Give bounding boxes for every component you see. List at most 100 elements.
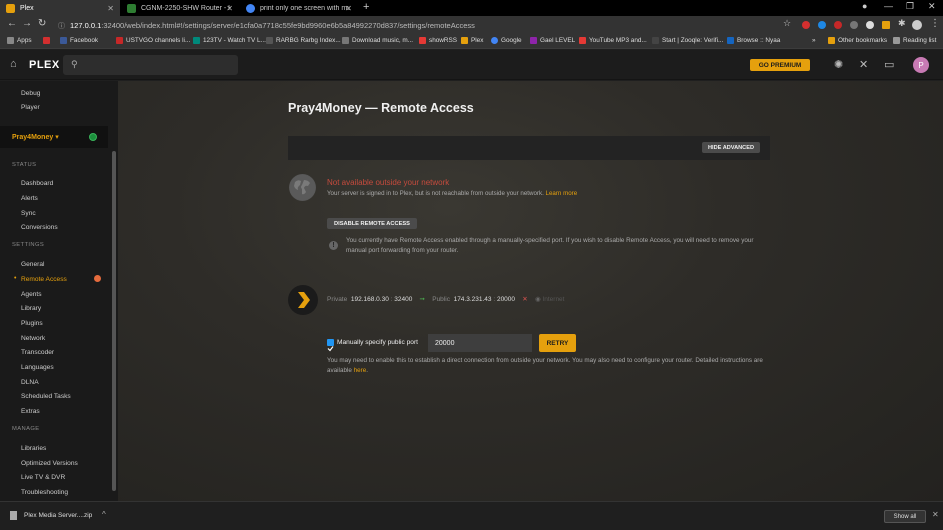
bookmark-zooqle[interactable]: Start | Zooqle: Verifi... (652, 37, 723, 44)
adblock-icon[interactable] (834, 21, 842, 29)
sidebar-item-agents[interactable]: Agents (21, 291, 42, 298)
public-port-input[interactable] (428, 334, 532, 352)
extension-icon[interactable] (866, 21, 874, 29)
bookmark-youtube-mp3[interactable]: YouTube MP3 and... (579, 37, 647, 44)
learn-more-link[interactable]: Learn more (546, 190, 578, 197)
sidebar-item-dashboard[interactable]: Dashboard (21, 180, 53, 187)
sidebar-item-general[interactable]: General (21, 261, 44, 268)
extension-icon[interactable] (850, 21, 858, 29)
tab-google-search[interactable]: print only one screen with multi ✕ (240, 0, 358, 16)
bookmark-label: Reading list (903, 37, 937, 44)
more-bookmarks-icon[interactable]: » (812, 37, 816, 44)
chevron-up-icon[interactable]: ^ (102, 510, 106, 519)
go-premium-button[interactable]: GO PREMIUM (750, 59, 810, 71)
bookmark-favicon-icon (193, 37, 200, 44)
close-tab-icon[interactable]: ✕ (107, 4, 114, 13)
bookmark-123tv[interactable]: 123TV - Watch TV L... (193, 37, 266, 44)
settings-wrench-icon[interactable]: ✕ (859, 58, 868, 71)
bookmark-favicon-icon (342, 37, 349, 44)
status-title: Not available outside your network (327, 178, 450, 187)
sidebar-item-conversions[interactable]: Conversions (21, 224, 58, 231)
bookmark-label: RARBG Rarbg Index... (276, 37, 341, 44)
bookmark-nyaa[interactable]: Browse :: Nyaa (727, 37, 780, 44)
sidebar-item-languages[interactable]: Languages (21, 364, 54, 371)
address-bar[interactable]: ⓘ 127.0.0.1:32400/web/index.html#!/setti… (56, 19, 796, 32)
tab-router[interactable]: CGNM-2250-SHW Router - Hitro ✕ (121, 0, 239, 16)
private-port: 32400 (394, 296, 413, 303)
sidebar-scrollbar[interactable] (112, 151, 116, 491)
status-description: Your server is signed in to Plex, but is… (327, 190, 578, 197)
sidebar-item-plugins[interactable]: Plugins (21, 320, 43, 327)
bookmark-label: USTVGO channels li... (126, 37, 191, 44)
sidebar-item-libraries[interactable]: Libraries (21, 445, 46, 452)
avatar[interactable]: P (913, 57, 929, 73)
forward-icon[interactable]: → (22, 18, 32, 29)
close-icon[interactable]: ✕ (932, 510, 939, 519)
back-icon[interactable]: ← (7, 18, 17, 29)
menu-dots-icon[interactable]: ⋮ (930, 18, 940, 29)
bookmark-facebook[interactable]: Facebook (60, 37, 98, 44)
bookmark-showrss[interactable]: showRSS (419, 37, 457, 44)
other-bookmarks[interactable]: Other bookmarks (828, 37, 887, 44)
maximize-icon[interactable]: ❐ (906, 1, 914, 12)
minimize-icon[interactable]: — (884, 1, 893, 11)
close-window-icon[interactable]: ✕ (928, 1, 936, 12)
profile-dot-icon[interactable]: ● (862, 1, 867, 11)
router-favicon-icon (127, 3, 136, 13)
manual-port-label[interactable]: Manually specify public port (337, 339, 418, 346)
show-all-button[interactable]: Show all (884, 510, 926, 523)
info-icon: ! (329, 241, 338, 250)
new-tab-button[interactable]: + (363, 1, 369, 13)
activity-icon[interactable]: ✺ (834, 58, 843, 71)
puzzle-icon[interactable]: ✱ (898, 18, 906, 29)
bookmark-download-music[interactable]: Download music, m... (342, 37, 413, 44)
sidebar-item-remote-access[interactable]: Remote Access (21, 276, 67, 283)
bookmark-apps[interactable]: Apps (7, 37, 32, 44)
sidebar-item-alerts[interactable]: Alerts (21, 195, 38, 202)
bookmark-rarbg[interactable]: RARBG Rarbg Index... (266, 37, 341, 44)
bookmark-ustvgo[interactable]: USTVGO channels li... (116, 37, 190, 44)
bookmark-gael[interactable]: Gael LEVEL (530, 37, 575, 44)
hide-advanced-button[interactable]: HIDE ADVANCED (702, 142, 760, 153)
tab-plex[interactable]: Plex ✕ (0, 0, 120, 16)
bookmark-google[interactable]: Google (491, 37, 522, 44)
extension-icon[interactable] (818, 21, 826, 29)
cast-icon[interactable]: ▭ (884, 58, 894, 71)
sidebar-item-optimized-versions[interactable]: Optimized Versions (21, 460, 78, 467)
bookmark-star-icon[interactable]: ☆ (783, 18, 791, 29)
sidebar-item-live-tv-dvr[interactable]: Live TV & DVR (21, 474, 65, 481)
retry-button[interactable]: RETRY (539, 334, 576, 352)
sidebar-item-debug[interactable]: Debug (21, 90, 40, 97)
plex-logo[interactable]: PLEX (29, 59, 60, 71)
sidebar-item-library[interactable]: Library (21, 305, 41, 312)
manual-port-checkbox[interactable] (327, 339, 334, 352)
reading-list[interactable]: Reading list (893, 37, 936, 44)
bookmark-plex[interactable]: Plex (461, 37, 483, 44)
server-selector[interactable]: Pray4Money ▾ (0, 126, 108, 148)
sidebar-item-player[interactable]: Player (21, 104, 40, 111)
instructions-link[interactable]: here (354, 367, 367, 374)
sidebar-item-sync[interactable]: Sync (21, 210, 36, 217)
info-icon[interactable]: ⓘ (58, 21, 65, 31)
settings-sidebar: Debug Player Pray4Money ▾ STATUS Dashboa… (0, 81, 118, 501)
sidebar-item-transcoder[interactable]: Transcoder (21, 349, 54, 356)
reload-icon[interactable]: ↻ (38, 18, 46, 29)
close-tab-icon[interactable]: ✕ (226, 4, 233, 13)
close-tab-icon[interactable]: ✕ (345, 4, 352, 13)
sidebar-item-troubleshooting[interactable]: Troubleshooting (21, 489, 68, 496)
bookmark-label: Start | Zooqle: Verifi... (662, 37, 724, 44)
download-filename: Plex Media Server....zip (24, 512, 93, 519)
extension-icon[interactable] (802, 21, 810, 29)
profile-avatar-icon[interactable] (912, 20, 922, 30)
sidebar-item-extras[interactable]: Extras (21, 408, 40, 415)
home-icon[interactable]: ⌂ (10, 58, 17, 70)
bookmark-red[interactable] (43, 37, 53, 44)
search-input[interactable]: ⚲ (63, 55, 238, 75)
download-item[interactable]: Plex Media Server....zip (10, 511, 92, 520)
section-status: STATUS (12, 162, 37, 168)
sidebar-item-scheduled-tasks[interactable]: Scheduled Tasks (21, 393, 71, 400)
disable-remote-access-button[interactable]: DISABLE REMOTE ACCESS (327, 218, 417, 229)
sidebar-item-dlna[interactable]: DLNA (21, 379, 39, 386)
extension-icon[interactable] (882, 21, 890, 29)
sidebar-item-network[interactable]: Network (21, 335, 45, 342)
